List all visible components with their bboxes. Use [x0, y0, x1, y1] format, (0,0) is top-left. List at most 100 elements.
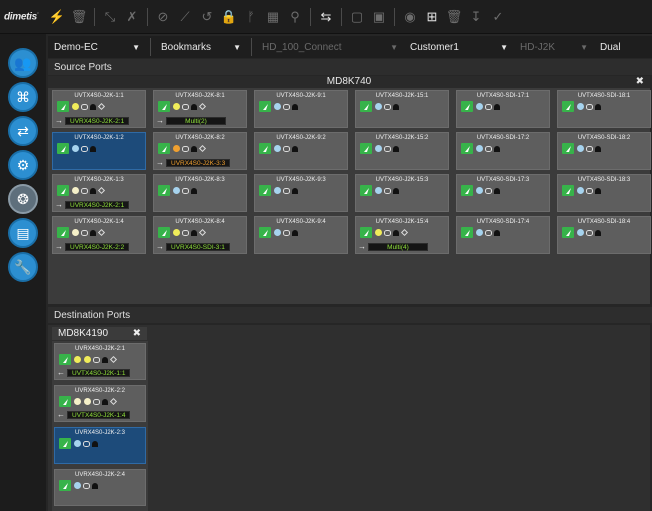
monitor-icon	[59, 438, 71, 449]
tools-icon[interactable]: 🔧	[8, 252, 38, 282]
source-port-tile[interactable]: UVTX4S0-J2K-15:4 → Multi(4)	[355, 216, 449, 254]
chart-icon[interactable]: ⟋	[174, 6, 196, 28]
bell-icon	[191, 229, 197, 236]
disconnect-icon[interactable]: ✗	[121, 6, 143, 28]
delete-icon[interactable]: 🗑	[443, 6, 465, 28]
source-port-tile[interactable]: UVTX4S0-J2K-8:3	[153, 174, 247, 212]
status-dot-icon	[173, 103, 180, 110]
port-name: UVTX4S0-J2K-9:1	[276, 93, 326, 99]
source-port-tile[interactable]: UVTX4S0-SDI-18:3	[557, 174, 651, 212]
close-icon[interactable]: ✖	[636, 76, 644, 88]
source-port-tile[interactable]: UVTX4S0-SDI-17:4	[456, 216, 550, 254]
codec-select[interactable]: HD-J2K ▼	[514, 37, 594, 57]
collapse-icon[interactable]: ⤡	[99, 6, 121, 28]
source-port-tile[interactable]: UVTX4S0-J2K-15:2	[355, 132, 449, 170]
source-port-tile[interactable]: UVTX4S0-SDI-17:3	[456, 174, 550, 212]
eye-icon[interactable]: ◉	[399, 6, 421, 28]
preset-select[interactable]: HD_100_Connect ▼	[256, 37, 404, 57]
lock-icon[interactable]: 🔒	[218, 6, 240, 28]
diamond-icon	[97, 228, 106, 237]
source-port-tile[interactable]: UVTX4S0-J2K-8:1 → Multi(2)	[153, 90, 247, 128]
source-port-tile[interactable]: UVTX4S0-SDI-17:2	[456, 132, 550, 170]
source-port-tile[interactable]: UVTX4S0-SDI-18:2	[557, 132, 651, 170]
destination-port-tile[interactable]: UVRX4S0-J2K-2:3	[54, 427, 146, 464]
destination-port-tile[interactable]: UVRX4S0-J2K-2:4	[54, 469, 146, 506]
connection-label: UVRX4S0-J2K-2:2	[65, 242, 130, 251]
source-port-tile[interactable]: UVTX4S0-J2K-15:3	[355, 174, 449, 212]
check-icon[interactable]: ✓	[487, 6, 509, 28]
source-port-tile[interactable]: UVTX4S0-J2K-1:1 → UVRX4S0-J2K-2:1	[52, 90, 146, 128]
mode-select[interactable]: Dual	[594, 37, 646, 57]
block-icon[interactable]: ⊘	[152, 6, 174, 28]
users-icon[interactable]: 👥	[8, 48, 38, 78]
document-icon[interactable]: ▢	[346, 6, 368, 28]
status-dot-icon	[476, 145, 483, 152]
connection-row: → Multi(4)	[358, 242, 428, 251]
diamond-icon	[109, 355, 118, 364]
source-port-tile[interactable]: UVTX4S0-J2K-8:4 → UVRX4S0-SDI-3:1	[153, 216, 247, 254]
connections-icon[interactable]: ⇄	[8, 116, 38, 146]
source-port-tile[interactable]: UVTX4S0-J2K-1:2	[52, 132, 146, 170]
source-port-tile[interactable]: UVTX4S0-SDI-17:1	[456, 90, 550, 128]
source-port-tile[interactable]: UVTX4S0-J2K-9:1	[254, 90, 348, 128]
pin-icon[interactable]: ᚠ	[240, 6, 262, 28]
plug-icon[interactable]: ⚡	[46, 6, 68, 28]
comment-icon	[283, 187, 290, 194]
port-status-icons	[259, 101, 298, 112]
display-icon[interactable]: ▤	[8, 218, 38, 248]
port-name: UVTX4S0-SDI-18:2	[577, 135, 631, 141]
source-port-tile[interactable]: UVTX4S0-J2K-9:3	[254, 174, 348, 212]
bell-icon	[90, 187, 96, 194]
destination-tab[interactable]: MD8K4190 ✖	[52, 327, 147, 340]
status-dot-icon	[274, 187, 281, 194]
source-port-tile[interactable]: UVTX4S0-J2K-8:2 → UVRX4S0-J2K-3:3	[153, 132, 247, 170]
settings-icon[interactable]: ⚙	[8, 150, 38, 180]
tag-icon[interactable]: ⚲	[284, 6, 306, 28]
domain-select[interactable]: Demo-EC ▼	[48, 37, 146, 57]
plus-icon[interactable]: ⊞	[421, 6, 443, 28]
network-icon[interactable]: ❂	[8, 184, 38, 214]
connection-label: UVTX4S0-J2K-1:4	[67, 410, 131, 419]
trash-icon[interactable]: 🗑	[68, 6, 90, 28]
port-name: UVTX4S0-J2K-1:3	[74, 177, 124, 183]
bell-icon	[393, 103, 399, 110]
port-name: UVTX4S0-SDI-17:2	[476, 135, 530, 141]
undo-icon[interactable]: ↺	[196, 6, 218, 28]
destination-port-tile[interactable]: UVRX4S0-J2K-2:1 ← UVTX4S0-J2K-1:1	[54, 343, 146, 380]
port-status-icons	[562, 101, 601, 112]
comment-icon	[81, 103, 88, 110]
source-port-tile[interactable]: UVTX4S0-J2K-15:1	[355, 90, 449, 128]
customer-select[interactable]: Customer1 ▼	[404, 37, 514, 57]
status-dot-icon	[577, 145, 584, 152]
swap-icon[interactable]: ⇆	[315, 6, 337, 28]
document2-icon[interactable]: ▣	[368, 6, 390, 28]
port-name: UVRX4S0-J2K-2:1	[74, 346, 126, 352]
bell-icon	[595, 187, 601, 194]
port-name: UVRX4S0-J2K-2:3	[74, 430, 126, 436]
ports-icon[interactable]: ⌘	[8, 82, 38, 112]
connection-row: ← UVTX4S0-J2K-1:4	[57, 410, 131, 419]
bookmarks-select[interactable]: Bookmarks ▼	[155, 37, 247, 57]
grid-icon[interactable]: ▦	[262, 6, 284, 28]
source-port-tile[interactable]: UVTX4S0-SDI-18:4	[557, 216, 651, 254]
source-port-tile[interactable]: UVTX4S0-J2K-1:3 → UVRX4S0-J2K-2:1	[52, 174, 146, 212]
port-name: UVTX4S0-J2K-1:2	[74, 135, 124, 141]
source-port-tile[interactable]: UVTX4S0-J2K-1:4 → UVRX4S0-J2K-2:2	[52, 216, 146, 254]
source-port-tile[interactable]: UVTX4S0-J2K-9:4	[254, 216, 348, 254]
status-dot-icon	[577, 103, 584, 110]
status-dot-icon	[476, 229, 483, 236]
monitor-icon	[57, 101, 69, 112]
download-icon[interactable]: ↧	[465, 6, 487, 28]
diamond-icon	[109, 397, 118, 406]
monitor-icon	[259, 101, 271, 112]
port-status-icons	[57, 227, 106, 238]
status-dot-icon	[74, 482, 81, 489]
comment-icon	[485, 103, 492, 110]
source-port-tile[interactable]: UVTX4S0-J2K-9:2	[254, 132, 348, 170]
destination-port-tile[interactable]: UVRX4S0-J2K-2:2 ← UVTX4S0-J2K-1:4	[54, 385, 146, 422]
port-status-icons	[259, 143, 298, 154]
source-port-tile[interactable]: UVTX4S0-SDI-18:1	[557, 90, 651, 128]
monitor-icon	[259, 143, 271, 154]
connection-row: → UVRX4S0-J2K-3:3	[156, 158, 231, 167]
close-icon[interactable]: ✖	[133, 328, 141, 339]
